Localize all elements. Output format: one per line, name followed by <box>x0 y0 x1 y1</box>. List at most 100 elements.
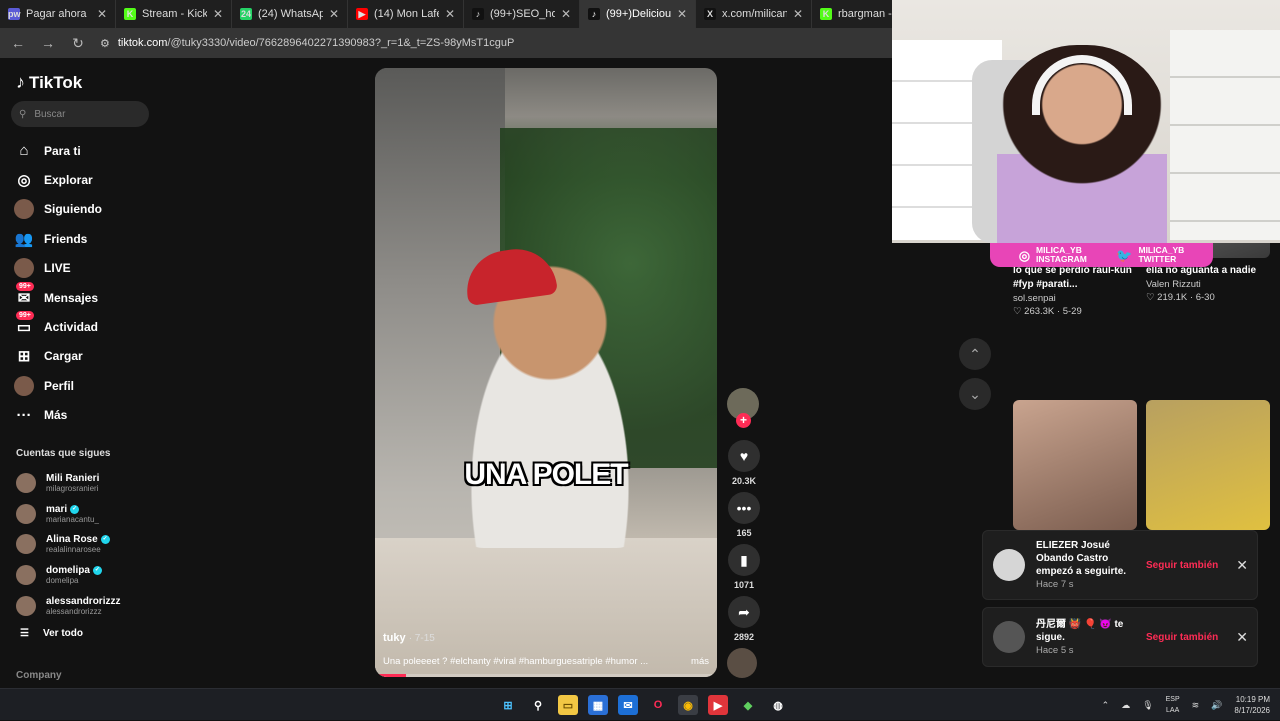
browser-tab[interactable]: ▶ (14) Mon Laferte ✕ <box>348 0 464 28</box>
chrome-icon[interactable]: ◉ <box>678 695 698 715</box>
url-field[interactable]: ⚙ tiktok.com/@tuky3330/video/76628964022… <box>100 37 514 50</box>
share-icon[interactable]: ➦ <box>728 596 760 628</box>
menu-item-friends[interactable]: 👥 Friends <box>14 224 102 253</box>
search-icon[interactable]: ⚲ <box>528 695 548 715</box>
site-info-icon[interactable]: ⚙ <box>100 37 110 50</box>
comment-action[interactable]: ••• 165 <box>727 492 761 538</box>
menu-item-label: Para ti <box>44 143 81 158</box>
previous-video-button[interactable]: ⌃ <box>959 338 991 370</box>
video-player[interactable]: UNA POLET tuky · 7-15 Una poleeeet ? #el… <box>375 68 717 677</box>
followed-account[interactable]: domelipa ✓ domelipa <box>16 560 120 591</box>
close-icon[interactable]: ✕ <box>1236 557 1248 574</box>
minecraft-icon[interactable]: ◆ <box>738 695 758 715</box>
menu-item-cargar[interactable]: ⊞ Cargar <box>14 342 102 371</box>
menu-item-explorar[interactable]: ◎ Explorar <box>14 165 102 194</box>
menu-item-para-ti[interactable]: ⌂ Para ti <box>14 136 102 165</box>
obs-icon[interactable]: ◍ <box>768 695 788 715</box>
bookmark-icon[interactable]: ▮ <box>728 544 760 576</box>
menu-item-siguiendo[interactable]: Siguiendo <box>14 195 102 224</box>
heart-icon[interactable]: ♥ <box>728 440 760 472</box>
followed-account[interactable]: alessandrorizzz alessandrorizzz <box>16 590 120 621</box>
browser-tab[interactable]: Xx.com/milicanew ✕ <box>696 0 812 28</box>
follow-back-button[interactable]: Seguir también <box>1146 560 1218 571</box>
suggested-video-thumbnail[interactable] <box>1013 400 1137 530</box>
close-tab-icon[interactable]: ✕ <box>793 7 803 21</box>
menu-item-perfil[interactable]: Perfil <box>14 371 102 400</box>
notification-avatar[interactable] <box>993 549 1025 581</box>
see-all-button[interactable]: ☰ Ver todo <box>20 628 83 639</box>
wifi-icon[interactable]: ≋ <box>1192 700 1200 711</box>
streamer-webcam <box>892 0 1280 243</box>
followed-account[interactable]: Mili Ranieri milagrosranieri <box>16 468 120 499</box>
suggested-video-author[interactable]: sol.senpai <box>1013 293 1137 304</box>
tab-favicon-icon: ♪ <box>588 8 600 20</box>
recording-app-icon[interactable]: ▶ <box>708 695 728 715</box>
search-icon: ⚲ <box>19 108 27 120</box>
windows-start-icon[interactable]: ⊞ <box>498 695 518 715</box>
tab-title: (99+)Deliciously I <box>606 8 671 20</box>
browser-tab[interactable]: K Stream - Kick Dash ✕ <box>116 0 232 28</box>
search-input[interactable]: ⚲ Buscar <box>11 101 149 127</box>
chevron-up-icon[interactable]: ⌃ <box>1102 700 1110 711</box>
like-action[interactable]: ♥ 20.3K <box>727 440 761 486</box>
close-icon[interactable]: ✕ <box>1236 629 1248 646</box>
opera-icon[interactable]: O <box>648 695 668 715</box>
tiktok-logo[interactable]: ♪ TikTok <box>16 72 82 93</box>
forward-arrow-icon[interactable]: → <box>40 35 56 51</box>
close-tab-icon[interactable]: ✕ <box>97 7 107 21</box>
browser-tab[interactable]: ♪ (99+)SEO_homepage ✕ <box>464 0 580 28</box>
account-username: domelipa <box>46 576 79 586</box>
browser-tab[interactable]: ♪ (99+)Deliciously I ✕ <box>580 0 696 28</box>
account-name: Mili Ranieri <box>46 473 100 485</box>
author-avatar[interactable]: + <box>727 388 759 428</box>
notification-badge: 99+ <box>16 281 34 291</box>
language-indicator[interactable]: ESP LAA <box>1166 694 1180 716</box>
followed-account[interactable]: Alina Rose ✓ realalinnarosee <box>16 529 120 560</box>
notification-avatar[interactable] <box>993 621 1025 653</box>
search-placeholder: Buscar <box>34 108 66 120</box>
tab-favicon-icon: X <box>704 8 716 20</box>
network-icon[interactable]: ☁ <box>1121 700 1130 711</box>
menu-item-mensajes[interactable]: ✉ Mensajes 99+ <box>14 281 102 312</box>
menu-item-live[interactable]: LIVE <box>14 254 102 283</box>
company-link[interactable]: Company <box>16 670 62 681</box>
followed-account[interactable]: mari ✓ marianacantu_ <box>16 499 120 530</box>
music-disc[interactable] <box>727 648 757 678</box>
browser-tab[interactable]: pw Pagar ahora ✕ <box>0 0 116 28</box>
close-tab-icon[interactable]: ✕ <box>329 7 339 21</box>
back-arrow-icon[interactable]: ← <box>10 35 26 51</box>
close-tab-icon[interactable]: ✕ <box>561 7 571 21</box>
instagram-label: INSTAGRAM <box>1036 254 1087 264</box>
suggested-video-thumbnail[interactable] <box>1146 400 1270 530</box>
menu-item-actividad[interactable]: ▭ Actividad 99+ <box>14 311 102 341</box>
windows-taskbar: ⊞ ⚲ ▭ ▦ ✉ O ◉ ▶ ◆ ◍ ⌃ ☁ 🎙 ESP LAA ≋ 🔊 10… <box>0 688 1280 720</box>
next-video-button[interactable]: ⌄ <box>959 378 991 410</box>
comment-icon[interactable]: ••• <box>728 492 760 524</box>
browser-tab[interactable]: 24 (24) WhatsApp ✕ <box>232 0 348 28</box>
close-tab-icon[interactable]: ✕ <box>213 7 223 21</box>
reload-icon[interactable]: ↻ <box>70 35 86 52</box>
see-all-label: Ver todo <box>42 628 83 639</box>
share-action[interactable]: ➦ 2892 <box>727 596 761 642</box>
video-progress-bar[interactable] <box>375 674 717 677</box>
main-menu: ⌂ Para ti ◎ Explorar Siguiendo 👥 Friends LIVE ✉ M… <box>14 136 102 430</box>
microphone-icon[interactable]: 🎙 <box>1142 700 1153 711</box>
follow-plus-icon[interactable]: + <box>736 413 751 428</box>
close-tab-icon[interactable]: ✕ <box>445 7 455 21</box>
video-author[interactable]: tuky <box>383 632 406 644</box>
follow-back-button[interactable]: Seguir también <box>1146 632 1218 643</box>
suggested-video-author[interactable]: Valen Rizzuti <box>1146 279 1270 290</box>
store-icon[interactable]: ▦ <box>588 695 608 715</box>
file-explorer-icon[interactable]: ▭ <box>558 695 578 715</box>
clock-date: 8/17/2026 <box>1234 706 1270 715</box>
system-clock[interactable]: 10:19 PM 8/17/2026 <box>1234 694 1270 716</box>
volume-icon[interactable]: 🔊 <box>1211 700 1222 711</box>
upload-icon: ⊞ <box>17 348 31 366</box>
mail-icon[interactable]: ✉ <box>618 695 638 715</box>
more-link[interactable]: más <box>691 656 709 667</box>
save-action[interactable]: ▮ 1071 <box>727 544 761 590</box>
menu-item-m-s[interactable]: ··· Más <box>14 401 102 430</box>
account-username: marianacantu_ <box>46 514 99 524</box>
close-tab-icon[interactable]: ✕ <box>677 7 687 21</box>
suggested-video-title[interactable]: lo que se perdió raúl-kun #fyp #parati..… <box>1013 264 1137 292</box>
